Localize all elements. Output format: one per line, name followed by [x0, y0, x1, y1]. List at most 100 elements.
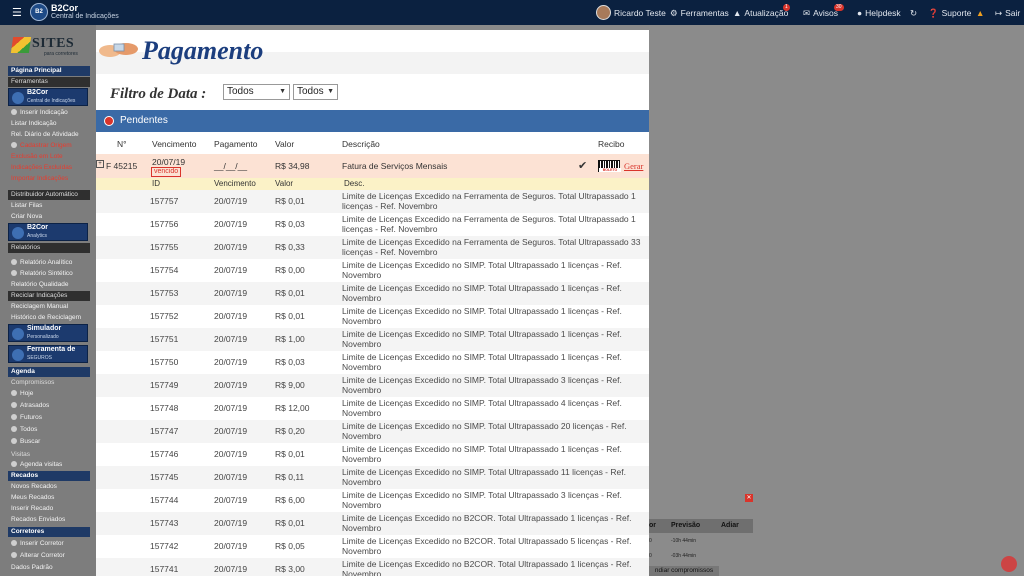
table-row[interactable]: 157742 20/07/19 R$ 0,05 Limite de Licenças …	[96, 535, 649, 558]
item-value: R$ 9,00	[275, 380, 305, 390]
date-filter-select-2[interactable]: Todos ▼	[293, 84, 338, 100]
items-subheader: ID Vencimento Valor Desc.	[96, 178, 649, 190]
sidebar-item-futuros[interactable]: Futuros	[8, 413, 90, 423]
nav-atualizacao[interactable]: ▲ Atualização 1	[733, 4, 790, 18]
gerar-link[interactable]: Gerar	[624, 161, 643, 171]
item-id: 157747	[150, 426, 179, 436]
table-row[interactable]: 157757 20/07/19 R$ 0,01 Limite de Licenças …	[96, 190, 649, 213]
sites-logo[interactable]: SITES para corretores	[10, 35, 86, 57]
sidebar-item-meus-recados[interactable]: Meus Recados	[8, 493, 90, 503]
calendar-icon	[11, 426, 17, 432]
table-row[interactable]: 157755 20/07/19 R$ 0,33 Limite de Licenças …	[96, 236, 649, 259]
sidebar-item-rel-sintetico[interactable]: Relatório Sintético	[8, 269, 90, 279]
table-row[interactable]: 157756 20/07/19 R$ 0,03 Limite de Licenças …	[96, 213, 649, 236]
sidebar-item-todos[interactable]: Todos	[8, 425, 90, 435]
sidebar-item-alterar-corretor[interactable]: Alterar Corretor	[8, 551, 90, 561]
gears-icon: ⚙	[670, 8, 678, 18]
seguros-banner-icon	[12, 349, 24, 361]
item-value: R$ 0,11	[275, 472, 305, 482]
notification-bell-icon	[1001, 556, 1017, 572]
sidebar-item-listar-filas[interactable]: Listar Filas	[8, 201, 90, 211]
b2cor-banner[interactable]: B2Cor Central de Indicações	[8, 88, 88, 106]
seguros-banner[interactable]: Ferramenta de SEGUROS	[8, 345, 88, 363]
item-description: Limite de Licenças Excedido no SIMP. Tot…	[342, 444, 622, 464]
warning-icon: ▲	[733, 8, 742, 18]
item-description: Limite de Licenças Excedido no SIMP. Tot…	[342, 421, 627, 441]
sidebar-item-exclusao-lote[interactable]: Exclusão em Lote	[8, 152, 90, 162]
sidebar-item-criar-nova[interactable]: Criar Nova	[8, 212, 90, 222]
nav-ferramentas[interactable]: ⚙ Ferramentas	[670, 8, 729, 19]
sidebar-item-listar-indicacao[interactable]: Listar Indicação	[8, 119, 90, 129]
expand-icon[interactable]: +	[96, 160, 104, 168]
table-row[interactable]: 157745 20/07/19 R$ 0,11 Limite de Licenças …	[96, 466, 649, 489]
table-row[interactable]: 157746 20/07/19 R$ 0,01 Limite de Licenças …	[96, 443, 649, 466]
sidebar-item-rel-qualidade[interactable]: Relatório Qualidade	[8, 280, 90, 290]
user-name[interactable]: Ricardo Teste	[614, 8, 666, 18]
modal-header: Pagamento	[96, 30, 649, 74]
item-id: 157749	[150, 380, 179, 390]
analytics-banner[interactable]: B2Cor Analytics	[8, 223, 88, 241]
sidebar-item-atrasados[interactable]: Atrasados	[8, 401, 90, 411]
sidebar-item-historico-reciclagem[interactable]: Histórico de Reciclagem	[8, 313, 90, 323]
item-id: 157753	[150, 288, 179, 298]
hamburger-menu-icon[interactable]: ☰	[12, 6, 22, 19]
item-value: R$ 6,00	[275, 495, 305, 505]
sidebar-item-recados-enviados[interactable]: Recados Enviados	[8, 515, 90, 525]
simulador-banner[interactable]: Simulador Personalizado	[8, 324, 88, 342]
item-id: 157748	[150, 403, 179, 413]
refresh-icon[interactable]: ↻	[910, 8, 917, 19]
table-row[interactable]: 157741 20/07/19 R$ 3,00 Limite de Licenças …	[96, 558, 649, 576]
sidebar-item-agenda-visitas[interactable]: Agenda visitas	[8, 460, 90, 470]
invoice-value: R$ 34,98	[275, 161, 310, 171]
sidebar-item-cadastrar-origem[interactable]: Cadastrar Origem	[8, 141, 90, 151]
sidebar-item-inserir-corretor[interactable]: Inserir Corretor	[8, 539, 90, 549]
sidebar-item-reciclagem-manual[interactable]: Reciclagem Manual	[8, 302, 90, 312]
sidebar-item-novos-recados[interactable]: Novos Recados	[8, 482, 90, 492]
handshake-icon	[99, 43, 138, 57]
item-description: Limite de Licenças Excedido na Ferrament…	[342, 191, 636, 211]
sidebar-item-rel-analitico[interactable]: Relatório Analítico	[8, 258, 90, 268]
invoice-row[interactable]: + F 45215 20/07/19 vencido __/__/__ R$ 3…	[96, 154, 649, 178]
item-description: Limite de Licenças Excedido no SIMP. Tot…	[342, 283, 622, 303]
table-row[interactable]: 157743 20/07/19 R$ 0,01 Limite de Licenças …	[96, 512, 649, 535]
sidebar-item-indicacoes-excluidas[interactable]: Indicações Excluídas	[8, 163, 90, 173]
item-date: 20/07/19	[214, 403, 248, 413]
sidebar-section-agenda: Agenda	[8, 367, 90, 377]
sidebar-item-inserir-indicacao[interactable]: Inserir Indicação	[8, 108, 90, 118]
item-value: R$ 0,03	[275, 219, 305, 229]
megaphone-icon: ✉	[803, 8, 811, 18]
sidebar-item-pagina-principal[interactable]: Página Principal	[8, 66, 90, 76]
sidebar-item-inserir-recado[interactable]: Inserir Recado	[8, 504, 90, 514]
plus-circle-icon	[11, 142, 17, 148]
sidebar-item-buscar[interactable]: Buscar	[8, 437, 90, 447]
nav-helpdesk[interactable]: ● Helpdesk	[857, 8, 901, 18]
date-filter-select-1[interactable]: Todos ▼	[223, 84, 290, 100]
user-avatar[interactable]	[596, 5, 611, 20]
table-row[interactable]: 157747 20/07/19 R$ 0,20 Limite de Licenças …	[96, 420, 649, 443]
table-row[interactable]: 157753 20/07/19 R$ 0,01 Limite de Licenças …	[96, 282, 649, 305]
nav-avisos[interactable]: ✉ Avisos 30	[803, 4, 844, 19]
table-row[interactable]: 157744 20/07/19 R$ 6,00 Limite de Licenças …	[96, 489, 649, 512]
table-row[interactable]: 157751 20/07/19 R$ 1,00 Limite de Licenças …	[96, 328, 649, 351]
table-row[interactable]: 157750 20/07/19 R$ 0,03 Limite de Licenças …	[96, 351, 649, 374]
table-row[interactable]: 157749 20/07/19 R$ 9,00 Limite de Licenças …	[96, 374, 649, 397]
analytics-banner-icon	[12, 227, 24, 239]
sidebar-section-recados: Recados	[8, 471, 90, 481]
sidebar-item-dados-padrao[interactable]: Dados Padrão	[8, 563, 90, 573]
sidebar-item-hoje[interactable]: Hoje	[8, 389, 90, 399]
table-row[interactable]: 157752 20/07/19 R$ 0,01 Limite de Licenças …	[96, 305, 649, 328]
sidebar-item-importar-indicacoes[interactable]: Importar Indicações	[8, 174, 90, 184]
atualizacao-badge: 1	[783, 4, 790, 11]
sidebar-subsection-compromissos: Compromissos	[11, 379, 55, 386]
nav-sair[interactable]: ↦ Sair	[995, 8, 1020, 19]
logout-icon: ↦	[995, 8, 1003, 18]
alert-icon[interactable]: ▲	[976, 8, 984, 18]
table-row[interactable]: 157754 20/07/19 R$ 0,00 Limite de Licenças …	[96, 259, 649, 282]
table-row[interactable]: 157748 20/07/19 R$ 12,00 Limite de Licenças…	[96, 397, 649, 420]
barcode-boleto-icon[interactable]: BOLETO	[598, 160, 621, 172]
item-date: 20/07/19	[214, 334, 248, 344]
plus-circle-icon	[11, 109, 17, 115]
nav-suporte[interactable]: ❓ Suporte	[928, 8, 971, 19]
pendentes-section-bar: Pendentes	[96, 110, 649, 132]
sidebar-item-rel-diario[interactable]: Rel. Diário de Atividade	[8, 130, 90, 140]
